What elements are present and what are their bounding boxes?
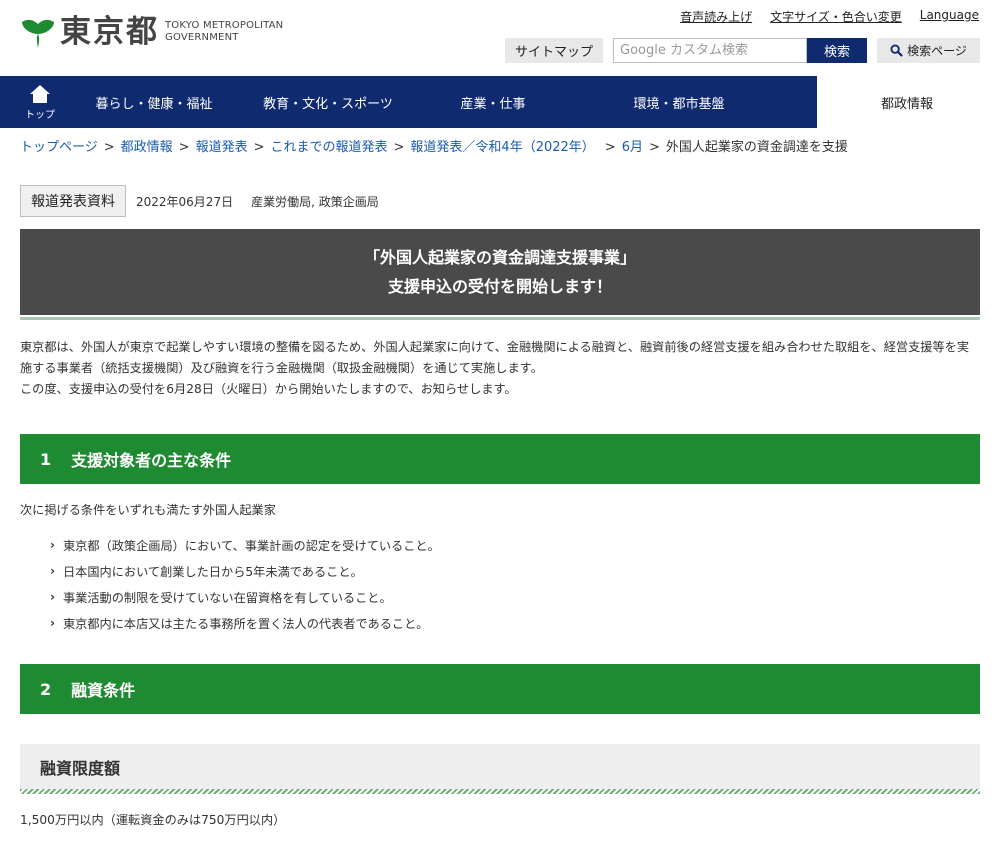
breadcrumb-june[interactable]: 6月 — [622, 140, 643, 155]
page-title: 「外国人起業家の資金調達支援事業」 支援申込の受付を開始します！ — [20, 229, 980, 315]
nav-item-environment[interactable]: 環境・都市基盤 — [558, 76, 800, 128]
search-icon — [890, 44, 903, 57]
breadcrumb-top[interactable]: トップページ — [20, 140, 98, 155]
nav-item-industry[interactable]: 産業・仕事 — [428, 76, 558, 128]
breadcrumb-current: 外国人起業家の資金調達を支援 — [665, 140, 848, 155]
condition-text: 事業活動の制限を受けていない在留資格を有していること。 — [62, 591, 392, 605]
section-title: 支援対象者の主な条件 — [71, 451, 232, 470]
section-number: 2 — [40, 679, 52, 699]
departments: 産業労働局, 政策企画局 — [251, 194, 379, 209]
section-heading-loan-terms: 2 融資条件 — [20, 664, 980, 714]
breadcrumb-separator: > — [648, 140, 660, 155]
condition-text: 日本国内において創業した日から5年未満であること。 — [62, 565, 363, 579]
logo-english-line2: GOVERNMENT — [165, 32, 239, 43]
section-number: 1 — [40, 449, 52, 469]
list-item: › 事業活動の制限を受けていない在留資格を有していること。 — [50, 584, 440, 610]
nav-item-government[interactable]: 都政情報 — [817, 76, 997, 128]
ginkgo-leaf-icon — [22, 19, 54, 48]
search-button[interactable]: 検索 — [807, 38, 867, 63]
chevron-right-icon: › — [50, 564, 55, 578]
language-link[interactable]: Language — [920, 8, 979, 25]
nav-home[interactable]: トップ — [0, 76, 80, 128]
press-meta: 報道発表資料 2022年06月27日 産業労働局, 政策企画局 — [20, 185, 379, 217]
text-to-speech-link[interactable]: 音声読み上げ — [680, 8, 752, 25]
nav-home-label: トップ — [25, 109, 55, 121]
intro-text: 東京都は、外国人が東京で起業しやすい環境の整備を図るため、外国人起業家に向けて、… — [20, 337, 980, 400]
condition-list: › 東京都（政策企画局）において、事業計画の認定を受けていること。 › 日本国内にお… — [50, 532, 440, 636]
logo-english-line1: TOKYO METROPOLITAN — [165, 20, 284, 31]
nav-item-living[interactable]: 暮らし・健康・福祉 — [80, 76, 228, 128]
utility-links: 音声読み上げ 文字サイズ・色合い変更 Language — [680, 8, 979, 25]
condition-text: 東京都（政策企画局）において、事業計画の認定を受けていること。 — [62, 539, 440, 553]
list-item: › 東京都内に本店又は主たる事務所を置く法人の代表者であること。 — [50, 610, 440, 636]
breadcrumb-separator: > — [178, 140, 190, 155]
logo-japanese-text: 東京都 — [60, 14, 159, 50]
breadcrumb-separator: > — [393, 140, 405, 155]
section-heading-eligibility: 1 支援対象者の主な条件 — [20, 434, 980, 484]
search-row: サイトマップ 検索 検索ページ — [505, 38, 980, 63]
home-icon — [30, 84, 50, 103]
eligibility-lead: 次に掲げる条件をいずれも満たす外国人起業家 — [20, 503, 276, 517]
subsection-stripe-divider — [20, 789, 980, 794]
press-release-badge: 報道発表資料 — [20, 185, 126, 217]
page-title-line1: 「外国人起業家の資金調達支援事業」 — [363, 248, 636, 267]
breadcrumb: トップページ > 都政情報 > 報道発表 > これまでの報道発表 > 報道発表／令和4年（202… — [20, 136, 848, 155]
title-divider — [20, 317, 980, 320]
chevron-right-icon: › — [50, 590, 55, 604]
font-size-color-link[interactable]: 文字サイズ・色合い変更 — [770, 8, 902, 25]
logo-english-text: TOKYO METROPOLITAN GOVERNMENT — [165, 20, 283, 44]
chevron-right-icon: › — [50, 616, 55, 630]
search-page-button[interactable]: 検索ページ — [877, 38, 980, 63]
search-page-label: 検索ページ — [907, 44, 967, 58]
section-title: 融資条件 — [71, 681, 136, 700]
page-title-line2: 支援申込の受付を開始します！ — [387, 277, 612, 296]
intro-paragraph-2: この度、支援申込の受付を6月28日（火曜日）から開始いたしますので、お知らせしま… — [20, 382, 517, 396]
list-item: › 東京都（政策企画局）において、事業計画の認定を受けていること。 — [50, 532, 440, 558]
nav-item-education[interactable]: 教育・文化・スポーツ — [228, 76, 428, 128]
intro-paragraph-1: 東京都は、外国人が東京で起業しやすい環境の整備を図るため、外国人起業家に向けて、… — [20, 340, 970, 375]
breadcrumb-press[interactable]: 報道発表 — [196, 140, 248, 155]
breadcrumb-government[interactable]: 都政情報 — [121, 140, 173, 155]
breadcrumb-separator: > — [253, 140, 265, 155]
site-logo[interactable]: 東京都 TOKYO METROPOLITAN GOVERNMENT — [20, 14, 283, 50]
publish-date: 2022年06月27日 — [136, 194, 234, 209]
sitemap-button[interactable]: サイトマップ — [505, 38, 603, 63]
condition-text: 東京都内に本店又は主たる事務所を置く法人の代表者であること。 — [62, 617, 429, 631]
breadcrumb-separator: > — [103, 140, 115, 155]
chevron-right-icon: › — [50, 538, 55, 552]
subsection-heading-loan-limit: 融資限度額 — [20, 744, 980, 789]
loan-limit-text: 1,500万円以内（運転資金のみは750万円以内） — [20, 813, 286, 827]
site-header: 東京都 TOKYO METROPOLITAN GOVERNMENT 音声読み上げ… — [0, 0, 997, 76]
breadcrumb-press-2022[interactable]: 報道発表／令和4年（2022年） — [410, 140, 594, 155]
list-item: › 日本国内において創業した日から5年未満であること。 — [50, 558, 440, 584]
global-nav: トップ 暮らし・健康・福祉 教育・文化・スポーツ 産業・仕事 環境・都市基盤 都… — [0, 76, 997, 128]
search-input[interactable] — [613, 38, 807, 63]
breadcrumb-past-press[interactable]: これまでの報道発表 — [271, 140, 388, 155]
breadcrumb-separator: > — [604, 140, 616, 155]
